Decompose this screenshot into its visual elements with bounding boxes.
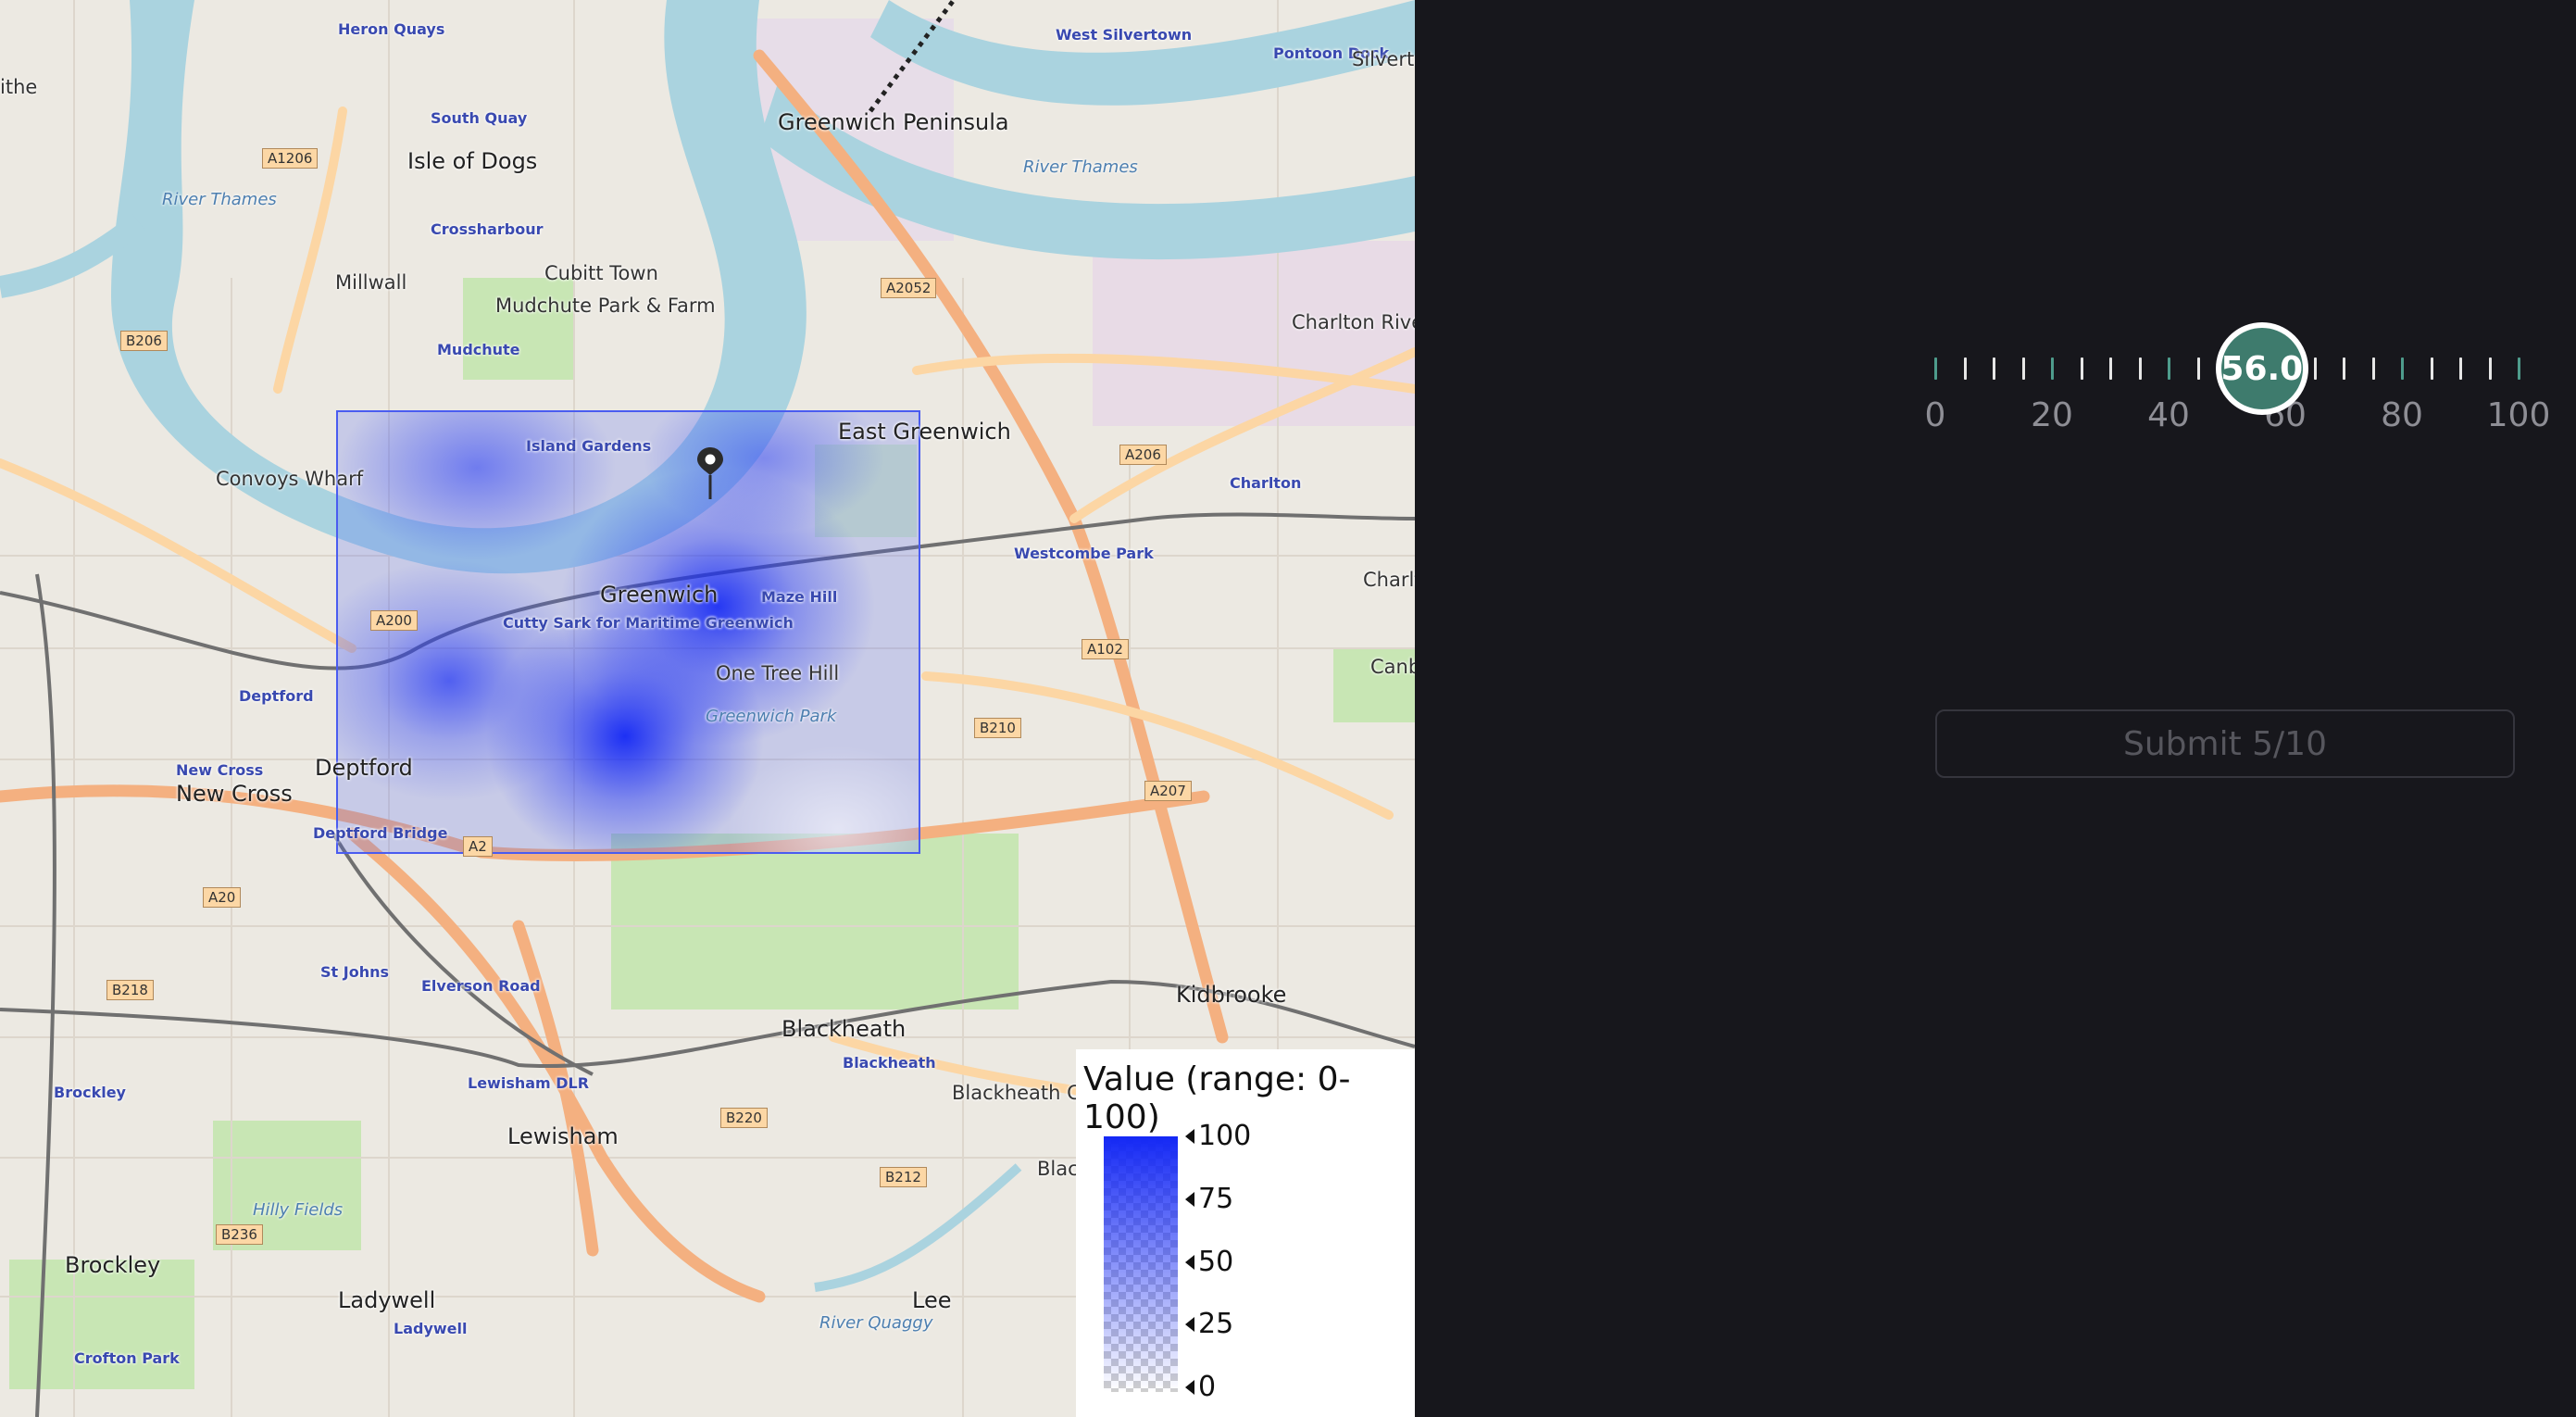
road-shield: B210 bbox=[974, 718, 1021, 738]
legend-tick: 25 bbox=[1185, 1308, 1233, 1340]
slider-tick bbox=[1993, 357, 1995, 380]
map-place-label: Brockley bbox=[54, 1084, 126, 1101]
map-legend: Value (range: 0-100) 100 75 50 25 0 bbox=[1076, 1049, 1415, 1417]
slider-tick bbox=[2488, 357, 2492, 380]
legend-color-scale bbox=[1104, 1136, 1178, 1392]
map-place-label: Kidbrooke bbox=[1176, 982, 1287, 1008]
map-place-label: Greenwich Park bbox=[706, 707, 837, 726]
map-place-label: River Thames bbox=[162, 190, 277, 209]
map-place-label: St Johns bbox=[320, 963, 389, 981]
map-place-label: Deptford Bridge bbox=[313, 824, 448, 842]
slider-tick bbox=[2518, 357, 2520, 380]
map-place-label: ithe bbox=[0, 76, 38, 98]
map-place-label: New Cross bbox=[176, 761, 264, 779]
map-place-label: One Tree Hill bbox=[716, 662, 840, 684]
map-panel[interactable]: Isle of Dogs Greenwich Peninsula West Silv… bbox=[0, 0, 1415, 1417]
map-place-label: Hilly Fields bbox=[253, 1200, 344, 1220]
map-place-label: East Greenwich bbox=[838, 419, 1011, 445]
map-place-label: Ladywell bbox=[394, 1320, 468, 1337]
road-shield: A1206 bbox=[262, 148, 319, 169]
map-place-label: Greenwich bbox=[600, 582, 719, 608]
map-place-label: Canber bbox=[1370, 656, 1415, 678]
legend-tick: 75 bbox=[1185, 1183, 1233, 1215]
slider-tick bbox=[1963, 357, 1967, 380]
slider-value: 56.0 bbox=[2220, 349, 2304, 388]
map-place-label: Deptford bbox=[239, 687, 314, 705]
map-place-label: Brockley bbox=[65, 1252, 161, 1278]
slider-tick bbox=[2196, 357, 2200, 380]
slider-label: 100 bbox=[2486, 396, 2551, 434]
map-place-label: West Silvertown bbox=[1056, 26, 1193, 44]
slider-tick bbox=[2109, 357, 2112, 380]
slider-tick bbox=[2168, 357, 2170, 380]
map-place-label: South Quay bbox=[431, 109, 528, 127]
slider-tick bbox=[2138, 357, 2142, 380]
slider-tick bbox=[2343, 357, 2345, 380]
slider-label: 20 bbox=[2031, 396, 2073, 434]
map-pin-icon[interactable] bbox=[696, 445, 724, 501]
slider-label: 40 bbox=[2147, 396, 2190, 434]
map-place-label: Heron Quays bbox=[338, 20, 445, 38]
map-place-label: Charlton bbox=[1363, 569, 1415, 591]
map-place-label: Charlton Rive bbox=[1292, 311, 1415, 333]
slider-tick bbox=[2430, 357, 2433, 380]
map-place-label: Lewisham DLR bbox=[468, 1074, 590, 1092]
map-place-label: Island Gardens bbox=[526, 437, 652, 455]
map-place-label: Greenwich Peninsula bbox=[778, 109, 1009, 135]
road-shield: A207 bbox=[1144, 781, 1192, 801]
slider-tick bbox=[2371, 357, 2375, 380]
map-place-label: River Quaggy bbox=[819, 1313, 933, 1333]
slider-tick bbox=[2401, 357, 2404, 380]
map-place-label: Blackheath bbox=[782, 1016, 907, 1042]
slider-label: 80 bbox=[2381, 396, 2423, 434]
map-place-label: Westcombe Park bbox=[1014, 545, 1154, 562]
map-place-label: Crofton Park bbox=[74, 1349, 180, 1367]
map-place-label: Deptford bbox=[315, 755, 413, 781]
slider-tick bbox=[2080, 357, 2083, 380]
heatmap-overlay bbox=[336, 410, 920, 854]
map-place-label: Mudchute Park & Farm bbox=[495, 295, 716, 317]
map-place-label: Millwall bbox=[335, 271, 407, 294]
map-place-label: Lewisham bbox=[507, 1123, 619, 1149]
legend-tick: 100 bbox=[1185, 1120, 1251, 1152]
road-shield: B206 bbox=[120, 331, 168, 351]
road-shield: A2052 bbox=[881, 278, 937, 298]
map-place-label: Blackheath bbox=[843, 1054, 936, 1072]
road-shield: A200 bbox=[370, 610, 418, 631]
road-shield: A206 bbox=[1119, 445, 1167, 465]
submit-button[interactable]: Submit 5/10 bbox=[1935, 709, 2515, 778]
slider-label: 0 bbox=[1924, 396, 1946, 434]
road-shield: B218 bbox=[106, 980, 154, 1000]
map-place-label: Isle of Dogs bbox=[407, 148, 538, 174]
map-place-label: Mudchute bbox=[437, 341, 520, 358]
map-place-label: Convoys Wharf bbox=[216, 468, 364, 490]
slider-tick bbox=[2459, 357, 2462, 380]
map-place-label: Charlton bbox=[1230, 474, 1302, 492]
map-place-label: New Cross bbox=[176, 781, 293, 807]
map-place-label: Silverto bbox=[1352, 48, 1415, 70]
value-slider[interactable]: 0 20 40 60 80 100 56.0 bbox=[1924, 315, 2556, 445]
map-place-label: Maze Hill bbox=[761, 588, 838, 606]
slider-tick bbox=[2051, 357, 2054, 380]
road-shield: B212 bbox=[880, 1167, 927, 1187]
map-place-label: Elverson Road bbox=[421, 977, 541, 995]
legend-tick: 0 bbox=[1185, 1371, 1216, 1403]
map-place-label: Cubitt Town bbox=[544, 262, 658, 284]
legend-tick: 50 bbox=[1185, 1246, 1233, 1278]
slider-tick bbox=[2313, 357, 2317, 380]
road-shield: A102 bbox=[1082, 639, 1129, 659]
road-shield: A20 bbox=[203, 887, 242, 908]
road-shield: B236 bbox=[216, 1224, 263, 1245]
map-place-label: Cutty Sark for Maritime Greenwich bbox=[503, 614, 794, 632]
slider-tick bbox=[2021, 357, 2025, 380]
map-place-label: Ladywell bbox=[338, 1287, 436, 1313]
road-shield: A2 bbox=[463, 836, 493, 857]
map-place-label: Lee bbox=[912, 1287, 952, 1313]
slider-tick bbox=[1934, 357, 1937, 380]
map-place-label: River Thames bbox=[1023, 157, 1138, 177]
slider-thumb[interactable]: 56.0 bbox=[2215, 322, 2308, 415]
road-shield: B220 bbox=[720, 1108, 768, 1128]
map-place-label: Crossharbour bbox=[431, 220, 544, 238]
